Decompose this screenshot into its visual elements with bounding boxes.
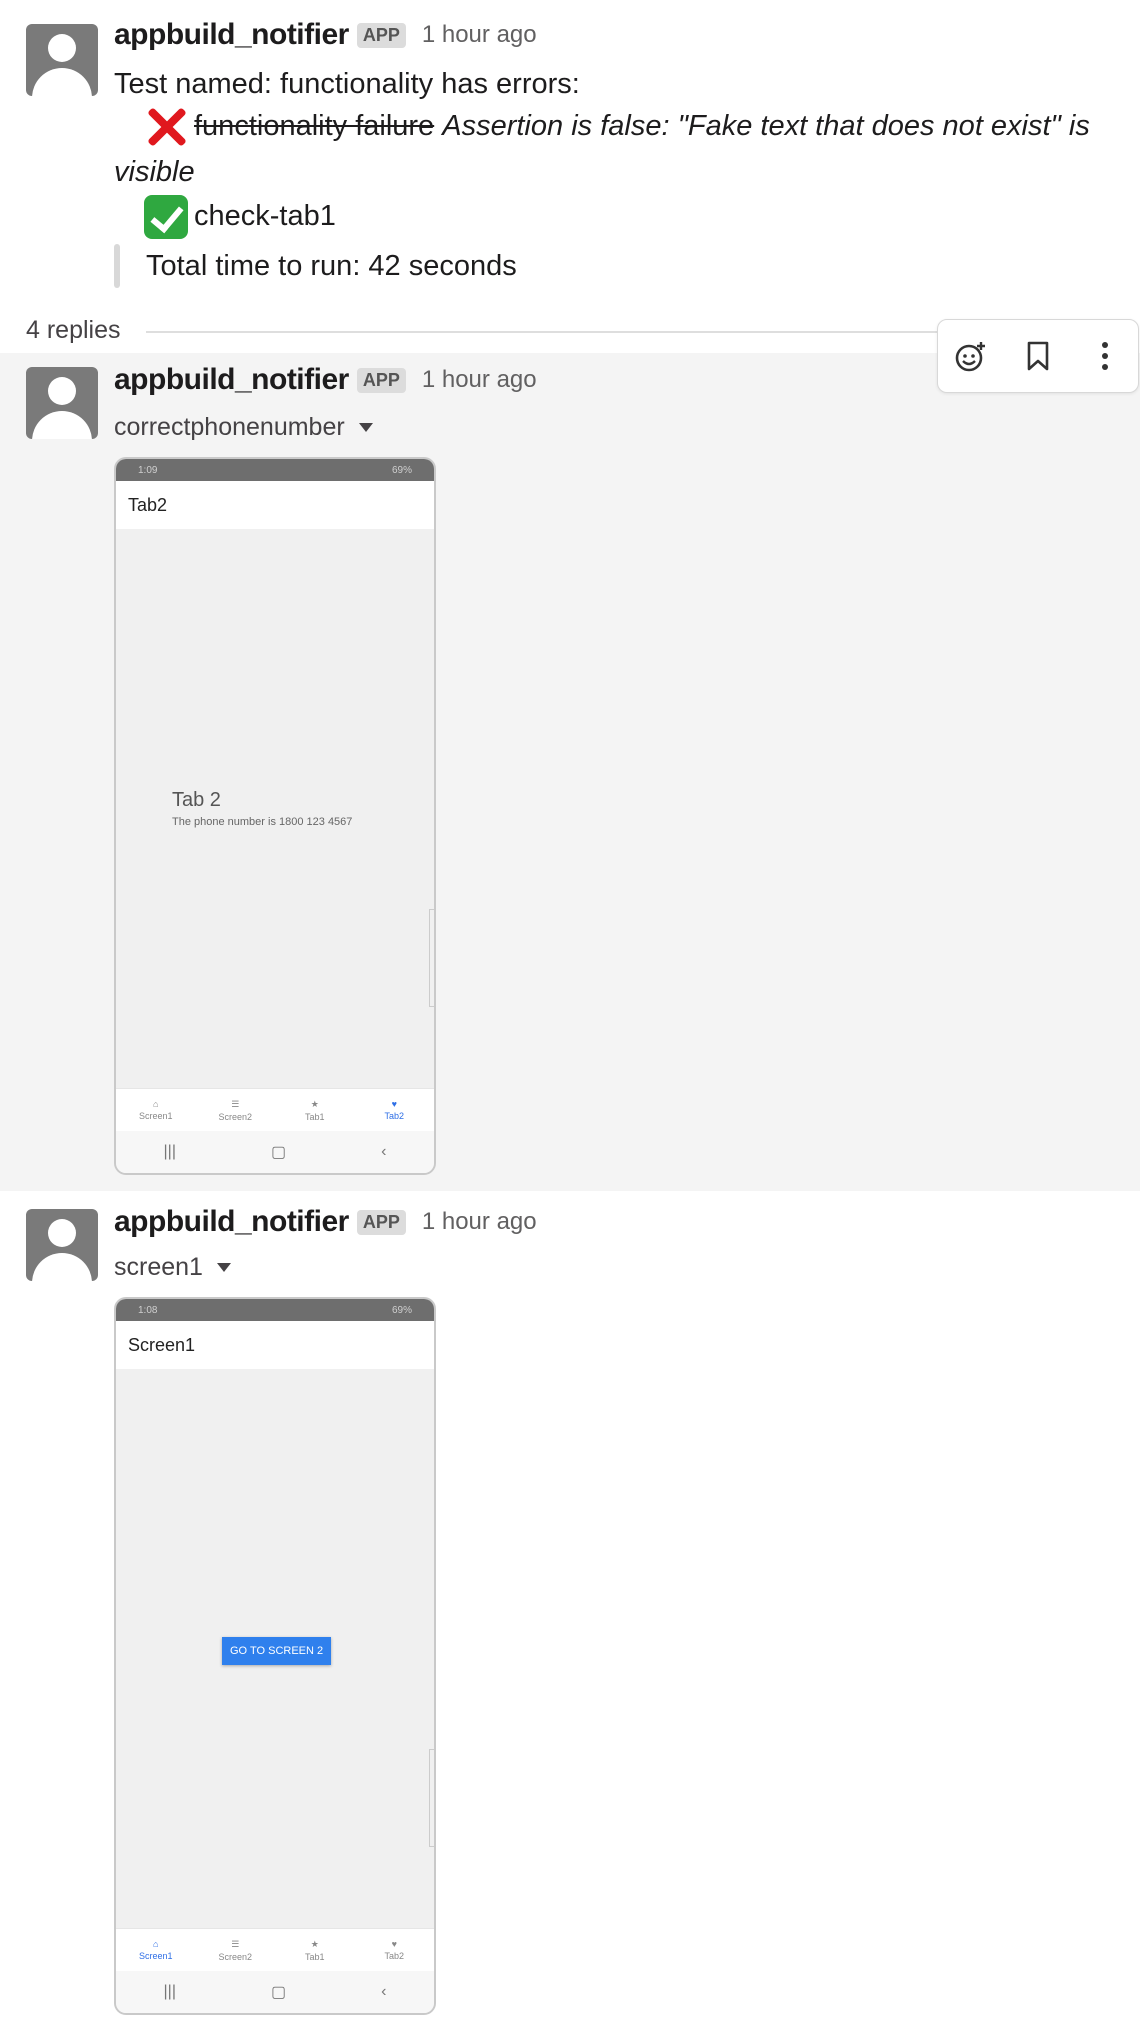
status-time: 1:09 bbox=[138, 464, 158, 476]
phone-status-bar: 1:08 69% bbox=[116, 1299, 434, 1321]
failure-name: functionality failure bbox=[194, 110, 435, 142]
list-icon: ☰ bbox=[231, 1938, 240, 1949]
phone-nav-bar: ||| ▢ ‹ bbox=[116, 1131, 434, 1173]
content-heading: Tab 2 bbox=[172, 789, 221, 811]
chevron-down-icon[interactable] bbox=[216, 1263, 231, 1272]
tab-screen1: ⌂ Screen1 bbox=[138, 1099, 173, 1121]
tab-tab2: ♥ Tab2 bbox=[384, 1939, 405, 1961]
phone-nav-bar: ||| ▢ ‹ bbox=[116, 1971, 434, 2013]
home-icon: ⌂ bbox=[153, 1099, 159, 1109]
message-2: appbuild_notifier APP 1 hour ago correct… bbox=[0, 353, 1140, 1191]
star-icon: ★ bbox=[310, 1938, 319, 1949]
failure-detail: Assertion is false: "Fake text that does… bbox=[442, 110, 1090, 142]
recent-apps-icon: ||| bbox=[163, 1143, 176, 1160]
app-badge: APP bbox=[356, 1209, 406, 1235]
app-title: Screen1 bbox=[116, 1321, 434, 1369]
sender-name[interactable]: appbuild_notifier bbox=[114, 363, 349, 397]
avatar[interactable] bbox=[26, 1209, 98, 1281]
screenshot-thumbnail[interactable]: 1:09 69% Tab2 Tab 2 The phone number is … bbox=[114, 457, 436, 1175]
check-mark-icon bbox=[144, 195, 188, 240]
app-badge: APP bbox=[356, 22, 406, 48]
app-title: Tab2 bbox=[116, 481, 434, 529]
pass-line: check-tab1 bbox=[144, 194, 336, 240]
side-handle bbox=[429, 1749, 434, 1847]
tab-screen2: ☰ Screen2 bbox=[218, 1938, 253, 1962]
back-icon: ‹ bbox=[381, 1983, 387, 2000]
heart-icon: ♥ bbox=[391, 1099, 397, 1109]
add-reaction-icon[interactable] bbox=[949, 334, 993, 378]
chevron-down-icon[interactable] bbox=[358, 423, 373, 432]
sender-name[interactable]: appbuild_notifier bbox=[114, 18, 349, 52]
file-title-row[interactable]: correctphonenumber bbox=[114, 413, 373, 442]
go-to-screen2-button: GO TO SCREEN 2 bbox=[222, 1637, 332, 1665]
heart-icon: ♥ bbox=[391, 1939, 397, 1949]
message-1: appbuild_notifier APP 1 hour ago Test na… bbox=[0, 0, 1140, 310]
more-actions-icon[interactable] bbox=[1083, 334, 1127, 378]
test-title-line: Test named: functionality has errors: bbox=[114, 68, 580, 100]
status-battery: 69% bbox=[391, 1304, 412, 1316]
failure-detail-continued: visible bbox=[114, 156, 195, 188]
failure-line: functionality failure Assertion is false… bbox=[144, 104, 1090, 149]
recent-apps-icon: ||| bbox=[163, 1983, 176, 2000]
home-button-icon: ▢ bbox=[270, 1144, 287, 1161]
screenshot-thumbnail[interactable]: 1:08 69% Screen1 GO TO SCREEN 2 ⌂ Screen1… bbox=[114, 1297, 436, 2015]
avatar[interactable] bbox=[26, 24, 98, 96]
star-icon: ★ bbox=[310, 1098, 319, 1109]
timestamp[interactable]: 1 hour ago bbox=[422, 366, 537, 394]
timestamp[interactable]: 1 hour ago bbox=[422, 1208, 537, 1236]
file-title-row[interactable]: screen1 bbox=[114, 1253, 231, 1282]
tab-screen2: ☰ Screen2 bbox=[218, 1098, 253, 1122]
screen-content: Tab 2 The phone number is 1800 123 4567 bbox=[172, 789, 352, 828]
total-time: Total time to run: 42 seconds bbox=[146, 250, 517, 282]
phone-tab-bar: ⌂ Screen1 ☰ Screen2 ★ Tab1 ♥ Tab2 bbox=[116, 1088, 434, 1131]
status-time: 1:08 bbox=[138, 1304, 158, 1316]
home-icon: ⌂ bbox=[153, 1939, 159, 1949]
divider bbox=[146, 331, 966, 333]
phone-tab-bar: ⌂ Screen1 ☰ Screen2 ★ Tab1 ♥ Tab2 bbox=[116, 1928, 434, 1971]
pass-name: check-tab1 bbox=[194, 200, 336, 232]
tab-tab1: ★ Tab1 bbox=[304, 1098, 325, 1122]
content-text: The phone number is 1800 123 4567 bbox=[172, 816, 353, 828]
file-name[interactable]: correctphonenumber bbox=[114, 413, 345, 442]
tab-screen1: ⌂ Screen1 bbox=[138, 1939, 173, 1961]
home-button-icon: ▢ bbox=[270, 1984, 287, 2001]
quote-bar bbox=[114, 244, 120, 288]
app-badge: APP bbox=[356, 367, 406, 393]
side-handle bbox=[429, 909, 434, 1007]
avatar[interactable] bbox=[26, 367, 98, 439]
replies-count[interactable]: 4 replies bbox=[26, 316, 121, 345]
status-battery: 69% bbox=[391, 464, 412, 476]
tab-tab1: ★ Tab1 bbox=[304, 1938, 325, 1962]
sender-name[interactable]: appbuild_notifier bbox=[114, 1205, 349, 1239]
tab-tab2: ♥ Tab2 bbox=[384, 1099, 405, 1121]
cross-mark-icon bbox=[144, 105, 188, 149]
bookmark-icon[interactable] bbox=[1016, 334, 1060, 378]
message-actions-toolbar bbox=[937, 319, 1139, 393]
list-icon: ☰ bbox=[231, 1098, 240, 1109]
file-name[interactable]: screen1 bbox=[114, 1253, 203, 1282]
message-3: appbuild_notifier APP 1 hour ago screen1… bbox=[0, 1191, 1140, 2024]
timestamp[interactable]: 1 hour ago bbox=[422, 21, 537, 49]
back-icon: ‹ bbox=[381, 1143, 387, 1160]
phone-status-bar: 1:09 69% bbox=[116, 459, 434, 481]
